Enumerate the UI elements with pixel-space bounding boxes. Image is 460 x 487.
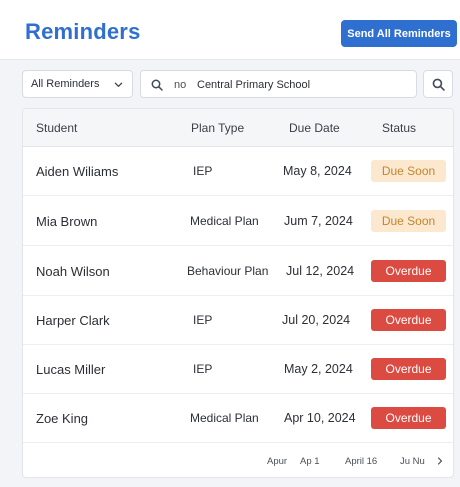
table-row[interactable]: Harper Clark IEP Jul 20, 2024 Overdue — [23, 296, 453, 345]
search-button[interactable] — [423, 70, 453, 98]
pagination-item[interactable]: Ju Nu — [400, 456, 425, 467]
reminder-type-select-value: All Reminders — [31, 78, 100, 90]
pagination: Apur Ap 1 April 16 Ju Nu — [23, 442, 453, 477]
search-prefix: no — [174, 79, 187, 91]
due-date: Apr 10, 2024 — [284, 411, 356, 425]
search-icon — [151, 79, 163, 91]
pagination-item[interactable]: Ap 1 — [300, 456, 320, 467]
column-header-due-date: Due Date — [289, 121, 340, 135]
student-name: Aiden Wiliams — [36, 164, 119, 179]
pagination-item[interactable]: Apur — [267, 456, 287, 467]
due-date: Jul 12, 2024 — [286, 264, 355, 278]
table-row[interactable]: Noah Wilson Behaviour Plan Jul 12, 2024 … — [23, 247, 453, 296]
plan-type: Behaviour Plan — [187, 264, 269, 278]
student-name: Mia Brown — [36, 214, 98, 229]
pagination-item[interactable]: April 16 — [345, 456, 377, 467]
due-date: May 8, 2024 — [283, 164, 352, 178]
table-row[interactable]: Aiden Wiliams IEP May 8, 2024 Due Soon — [23, 147, 453, 196]
status-badge: Overdue — [371, 407, 446, 429]
table-header: Student Plan Type Due Date Status — [23, 109, 453, 147]
plan-type: IEP — [193, 313, 213, 327]
chevron-right-icon[interactable] — [436, 457, 444, 465]
due-date: Jum 7, 2024 — [284, 214, 353, 228]
student-name: Zoe King — [36, 411, 89, 426]
column-header-student: Student — [36, 121, 78, 135]
status-badge: Overdue — [371, 358, 446, 380]
due-date: May 2, 2024 — [284, 362, 353, 376]
reminder-type-select[interactable]: All Reminders — [22, 70, 133, 98]
student-name: Harper Clark — [36, 313, 110, 328]
plan-type: Medical Plan — [190, 411, 259, 425]
table-row[interactable]: Lucas Miller IEP May 2, 2024 Overdue — [23, 345, 453, 394]
page-title: Reminders — [25, 19, 141, 44]
search-icon — [432, 78, 445, 91]
column-header-plan-type: Plan Type — [191, 121, 245, 135]
status-badge: Overdue — [371, 260, 446, 282]
due-date: Jul 20, 2024 — [282, 313, 351, 327]
search-input[interactable]: no Central Primary School — [140, 70, 417, 98]
status-badge: Overdue — [371, 309, 446, 331]
table-row[interactable]: Zoe King Medical Plan Apr 10, 2024 Overd… — [23, 394, 453, 443]
table-row[interactable]: Mia Brown Medical Plan Jum 7, 2024 Due S… — [23, 197, 453, 246]
student-name: Noah Wilson — [36, 264, 110, 279]
status-badge: Due Soon — [371, 210, 446, 232]
plan-type: IEP — [193, 362, 213, 376]
send-all-reminders-button[interactable]: Send All Reminders — [341, 20, 457, 47]
plan-type: IEP — [193, 164, 213, 178]
page-header: Reminders Send All Reminders — [0, 0, 460, 60]
column-header-status: Status — [382, 121, 417, 135]
status-badge: Due Soon — [371, 160, 446, 182]
search-value: Central Primary School — [197, 79, 311, 91]
chevron-down-icon — [114, 82, 123, 87]
plan-type: Medical Plan — [190, 214, 259, 228]
reminders-table: Student Plan Type Due Date Status Aiden … — [22, 108, 454, 478]
student-name: Lucas Miller — [36, 362, 106, 377]
